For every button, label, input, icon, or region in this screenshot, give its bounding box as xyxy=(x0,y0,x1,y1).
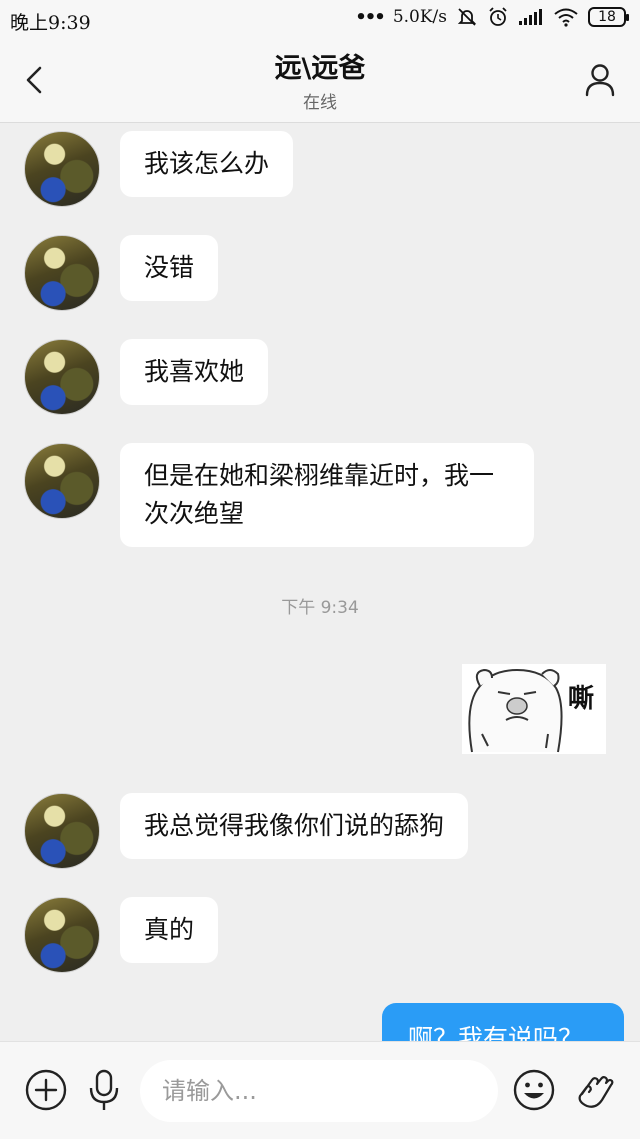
avatar[interactable] xyxy=(24,235,100,311)
plus-circle-icon[interactable] xyxy=(24,1068,68,1112)
message-bubble[interactable]: 我喜欢她 xyxy=(120,339,269,405)
message-row: 但是在她和梁栩维靠近时，我一次次绝望 xyxy=(24,443,640,547)
status-indicators: ••• 5.0K/s 18 xyxy=(355,6,629,28)
microphone-icon[interactable] xyxy=(82,1068,126,1112)
outgoing-message-bubble[interactable]: 啊？我有说吗？ xyxy=(382,1003,624,1041)
avatar[interactable] xyxy=(24,443,100,519)
alarm-icon xyxy=(489,7,507,26)
wifi-icon xyxy=(554,8,578,27)
message-row: 没错 xyxy=(24,235,640,311)
message-row: 我总觉得我像你们说的舔狗 xyxy=(24,793,640,869)
status-bar: 晚上9:39 ••• 5.0K/s 18 xyxy=(0,0,640,40)
message-bubble[interactable]: 我总觉得我像你们说的舔狗 xyxy=(120,793,469,859)
status-time: 晚上9:39 xyxy=(10,12,91,34)
message-list[interactable]: 我该怎么办 没错 我喜欢她 但是在她和梁栩维靠近时，我一次次绝望 下午 9:34… xyxy=(0,123,640,1041)
battery-indicator: 18 xyxy=(588,7,629,27)
message-input[interactable] xyxy=(140,1060,498,1122)
avatar[interactable] xyxy=(24,793,100,869)
contact-name: 远\远爸 xyxy=(274,53,366,84)
message-bubble[interactable]: 我该怎么办 xyxy=(120,131,294,197)
message-bubble[interactable]: 真的 xyxy=(120,897,219,963)
signal-icon xyxy=(519,9,542,25)
online-status: 在线 xyxy=(303,93,337,113)
message-timestamp: 下午 9:34 xyxy=(281,598,359,618)
message-row: 我喜欢她 xyxy=(24,339,640,415)
smiley-icon[interactable] xyxy=(512,1068,556,1112)
network-speed: 5.0K/s xyxy=(392,7,447,27)
mute-bell-icon xyxy=(457,8,477,26)
waving-hand-icon[interactable] xyxy=(572,1068,616,1112)
avatar[interactable] xyxy=(24,897,100,973)
sticker-message[interactable]: 嘶 xyxy=(462,664,606,754)
message-bubble[interactable]: 没错 xyxy=(120,235,219,301)
message-row: 我该怎么办 xyxy=(24,131,640,207)
message-row: 真的 xyxy=(24,897,640,973)
avatar[interactable] xyxy=(24,339,100,415)
avatar[interactable] xyxy=(24,131,100,207)
sticker-caption: 嘶 xyxy=(568,684,595,714)
input-bar xyxy=(0,1041,640,1139)
chat-header: 远\远爸 在线 xyxy=(0,40,640,123)
person-icon[interactable] xyxy=(580,60,620,100)
message-bubble[interactable]: 但是在她和梁栩维靠近时，我一次次绝望 xyxy=(120,443,534,547)
more-dots-icon: ••• xyxy=(355,6,385,28)
